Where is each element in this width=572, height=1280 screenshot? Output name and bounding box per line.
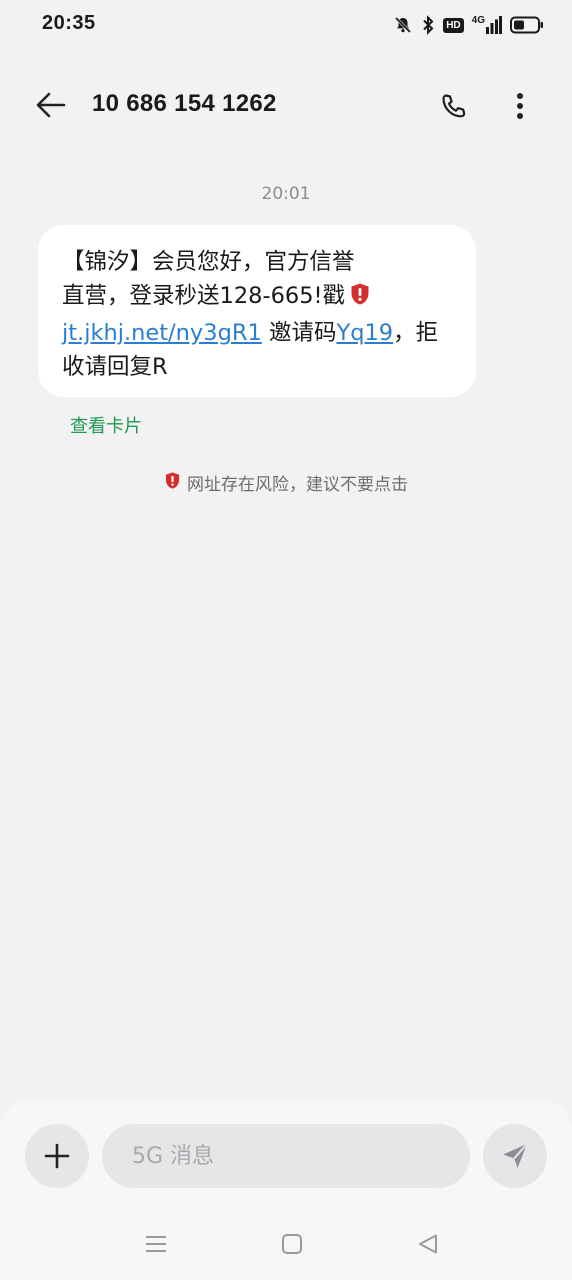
status-time: 20:35 [42,12,96,34]
home-button[interactable] [272,1226,312,1262]
message-line-2: 直营，登录秒送128-665!戳 [62,283,346,309]
back-triangle-icon [419,1234,437,1254]
message-line-1: 【锦汐】会员您好，官方信誉 [62,249,355,275]
menu-icon [146,1236,166,1252]
contact-title: 10 686 154 1262 [92,90,277,117]
hd-icon: HD [443,17,464,33]
status-icons: HD 4G [393,12,544,38]
network-label: 4G [471,15,485,26]
more-vertical-icon [517,93,523,119]
call-button[interactable] [432,84,476,128]
bluetooth-icon [421,15,435,35]
send-button[interactable] [483,1124,547,1188]
risk-warning-text: 网址存在风险，建议不要点击 [187,475,408,495]
recent-apps-button[interactable] [136,1226,176,1262]
system-back-button[interactable] [408,1226,448,1262]
add-attachment-button[interactable] [25,1124,89,1188]
arrow-left-icon [36,92,66,118]
battery-icon [510,16,544,34]
message-line-4: 收请回复R [62,354,168,380]
message-input[interactable] [102,1124,470,1188]
phone-icon [442,94,466,118]
invite-code-link[interactable]: Yq19 [336,320,393,346]
message-link[interactable]: jt.jkhj.net/ny3gR1 [62,320,262,346]
send-icon [503,1143,528,1168]
risk-warning: 网址存在风险，建议不要点击 [0,470,572,495]
status-bar: 20:35 HD 4G [0,0,572,52]
message-bubble[interactable]: 【锦汐】会员您好，官方信誉 直营，登录秒送128-665!戳 jt.jkhj.n… [38,225,476,397]
plus-icon [44,1143,70,1169]
system-navigation-bar [0,1216,572,1272]
message-tail: ，拒 [393,320,439,346]
risk-shield-icon [164,471,181,495]
mute-icon [393,15,413,35]
more-options-button[interactable] [500,84,540,128]
home-icon [282,1234,302,1254]
back-button[interactable] [30,84,72,126]
view-card-link[interactable]: 查看卡片 [70,412,142,438]
4g-signal-icon: 4G [472,16,502,34]
warning-shield-icon [349,282,371,316]
conversation-header: 10 686 154 1262 [0,70,572,142]
message-timestamp: 20:01 [261,184,311,204]
message-text: 【锦汐】会员您好，官方信誉 直营，登录秒送128-665!戳 jt.jkhj.n… [62,245,454,384]
invite-text: 邀请码 [261,320,337,346]
